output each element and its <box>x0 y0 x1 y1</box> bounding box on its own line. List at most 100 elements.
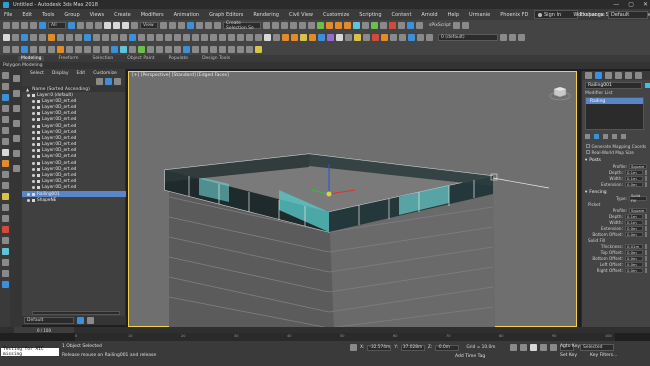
posts-depth-spinner[interactable]: 0.1m <box>625 169 643 175</box>
teapot-icon[interactable] <box>147 33 154 41</box>
ribbon-tab-object-paint[interactable]: Object Paint <box>127 56 154 61</box>
freeze-toggle-icon[interactable] <box>37 186 40 190</box>
tool-icon-c[interactable] <box>399 33 406 41</box>
tool-r-icon[interactable] <box>174 45 181 53</box>
helpers-icon[interactable] <box>84 33 91 41</box>
tool-y-icon[interactable] <box>237 45 244 53</box>
close-x-icon[interactable] <box>3 45 10 53</box>
align-icon[interactable] <box>272 22 279 29</box>
left-tool-13-icon[interactable] <box>1 204 9 211</box>
undo-icon[interactable] <box>3 22 10 29</box>
plugin-icon[interactable] <box>407 22 414 29</box>
ribbon-tab-selection[interactable]: Selection <box>93 56 114 61</box>
tool-o-icon[interactable] <box>147 45 154 53</box>
select-rotate-icon[interactable] <box>113 22 120 29</box>
footer-layer-icon[interactable] <box>77 317 84 324</box>
menu-animation[interactable]: Animation <box>174 12 200 18</box>
xy-axis-icon[interactable] <box>21 33 28 41</box>
layer-manager-icon[interactable] <box>426 33 433 41</box>
left-tool-1-icon[interactable] <box>1 72 9 79</box>
picket-bottom-offset-spinner[interactable]: 0.0m <box>625 231 643 237</box>
visibility-eye-icon[interactable] <box>32 161 35 165</box>
tool-j-icon[interactable] <box>102 45 109 53</box>
ribbon-tab-populate[interactable]: Populate <box>169 56 189 61</box>
xz-constraint-icon[interactable] <box>30 45 37 53</box>
utilities-tab-icon[interactable] <box>635 72 642 79</box>
mirror-icon[interactable] <box>263 22 270 29</box>
tool-t-icon[interactable] <box>192 45 199 53</box>
menu-phoenix-fd[interactable]: Phoenix FD <box>500 12 528 18</box>
prev-frame-icon[interactable] <box>520 344 527 351</box>
material-editor-icon[interactable] <box>317 22 324 29</box>
sign-in-button[interactable]: Sign In <box>534 10 578 19</box>
hedra-icon[interactable] <box>201 33 208 41</box>
freeze-toggle-icon[interactable] <box>37 167 40 171</box>
left-tool-8-icon[interactable] <box>1 149 9 156</box>
select-scale-icon[interactable] <box>122 22 129 29</box>
layer-explorer-icon[interactable] <box>281 22 288 29</box>
left-tool-16-icon[interactable] <box>1 237 9 244</box>
object-name-field[interactable]: Railing001 <box>585 82 643 89</box>
picket-width-spinner[interactable]: 0.1m <box>625 219 643 225</box>
posts-width-spinner[interactable]: 0.1m <box>625 175 643 181</box>
explorer-row[interactable]: ShapeNE <box>22 197 126 203</box>
rendered-frame-icon[interactable] <box>335 22 342 29</box>
tool-f-icon[interactable] <box>66 45 73 53</box>
hold-icon[interactable] <box>48 45 55 53</box>
configure-sets-icon[interactable] <box>621 133 626 139</box>
explorer-filter-3-icon[interactable] <box>12 105 20 112</box>
pyramid-icon[interactable] <box>165 33 172 41</box>
freeze-toggle-icon[interactable] <box>37 136 40 140</box>
explorer-filter-1-icon[interactable] <box>12 75 20 82</box>
box-icon[interactable] <box>111 33 118 41</box>
left-tool-6-icon[interactable] <box>1 127 9 134</box>
footer-tool-icon[interactable] <box>87 317 94 324</box>
stop-icon[interactable] <box>273 33 280 41</box>
cameras-icon[interactable] <box>75 33 82 41</box>
freeze-toggle-icon[interactable] <box>37 124 40 128</box>
y-coordinate-field[interactable]: 37.028m <box>400 344 425 351</box>
menu-file[interactable]: File <box>4 12 12 18</box>
plane-icon[interactable] <box>156 33 163 41</box>
sphere-icon[interactable] <box>120 33 127 41</box>
freeze-toggle-icon[interactable] <box>32 198 35 202</box>
menu-rendering[interactable]: Rendering <box>253 12 279 18</box>
cylinder-icon[interactable] <box>129 33 136 41</box>
tool-s-icon[interactable] <box>183 45 190 53</box>
geosphere-icon[interactable] <box>192 33 199 41</box>
constrain-icon[interactable] <box>39 33 46 41</box>
left-tool-11-icon[interactable] <box>1 182 9 189</box>
layer-footer-dropdown[interactable]: Default <box>24 317 74 324</box>
tool-v-icon[interactable] <box>210 45 217 53</box>
left-tool-19-icon[interactable] <box>1 270 9 277</box>
explorer-filter-5-icon[interactable] <box>12 135 20 142</box>
polygon-modeling-label[interactable]: Polygon Modeling <box>3 63 43 68</box>
minimize-button[interactable]: — <box>613 1 619 8</box>
freeze-toggle-icon[interactable] <box>37 105 40 109</box>
viewcube-icon[interactable] <box>549 84 571 102</box>
visibility-eye-icon[interactable] <box>32 180 35 184</box>
menu-customize[interactable]: Customize <box>323 12 349 18</box>
manipulate-icon[interactable] <box>169 22 176 29</box>
ies-icon[interactable] <box>380 22 387 29</box>
tool-l-icon[interactable] <box>120 45 127 53</box>
visibility-eye-icon[interactable] <box>32 143 35 147</box>
menu-group[interactable]: Group <box>64 12 79 18</box>
remove-modifier-icon[interactable] <box>612 133 617 139</box>
extra-icon-2[interactable] <box>461 22 469 29</box>
arc-icon[interactable] <box>237 33 244 41</box>
tool-i-icon[interactable] <box>93 45 100 53</box>
explorer-filter-4-icon[interactable] <box>12 120 20 127</box>
freeze-toggle-icon[interactable] <box>32 192 35 196</box>
lock-selection-icon[interactable] <box>350 344 357 351</box>
tool-q-icon[interactable] <box>165 45 172 53</box>
object-color-swatch[interactable] <box>645 83 650 88</box>
set-key-button[interactable]: Set Key <box>560 353 577 358</box>
orange-tool-icon[interactable] <box>381 33 388 41</box>
ribbon-tab-design-tools[interactable]: Design Tools <box>202 56 230 61</box>
layer-add-icon[interactable] <box>500 33 507 41</box>
menu-create[interactable]: Create <box>114 12 131 18</box>
fill-left-offset-spinner[interactable]: 0.0m <box>625 261 643 267</box>
visibility-eye-icon[interactable] <box>27 198 30 202</box>
window-crossing-icon[interactable] <box>95 22 102 29</box>
